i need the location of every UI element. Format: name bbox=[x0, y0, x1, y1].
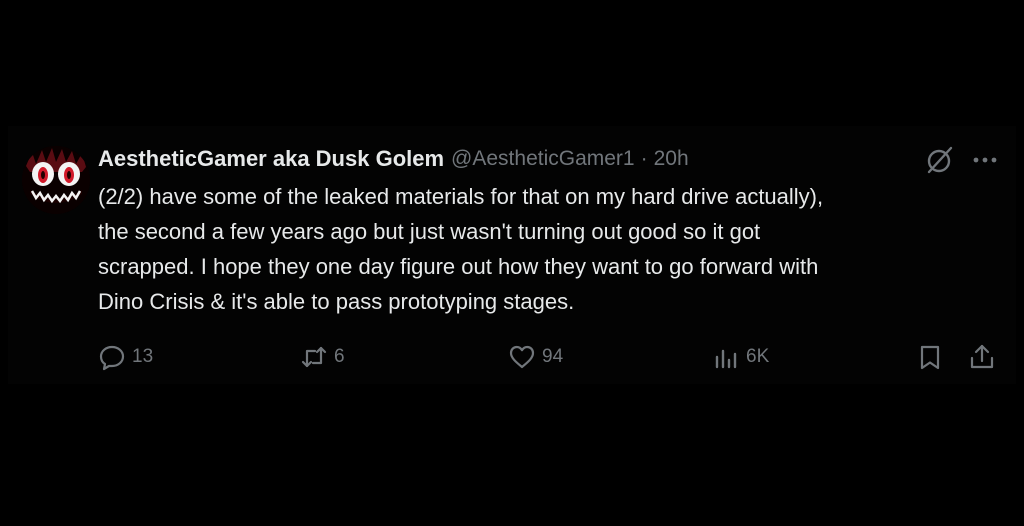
views-button[interactable]: 6K bbox=[712, 340, 769, 374]
author-display-name[interactable]: AestheticGamer aka Dusk Golem bbox=[98, 146, 444, 172]
tweet-text-line: Dino Crisis & it's able to pass prototyp… bbox=[98, 289, 575, 314]
reply-icon bbox=[99, 345, 125, 371]
view-count: 6K bbox=[746, 346, 770, 367]
reply-count: 13 bbox=[132, 346, 154, 367]
tweet-text-line: (2/2) have some of the leaked materials … bbox=[98, 184, 824, 209]
grok-icon[interactable] bbox=[924, 144, 956, 176]
more-icon[interactable] bbox=[970, 144, 1000, 176]
tweet-text: (2/2) have some of the leaked materials … bbox=[98, 179, 998, 319]
repost-count: 6 bbox=[334, 346, 345, 367]
repost-icon bbox=[301, 346, 327, 368]
tweet-card[interactable]: AestheticGamer aka Dusk Golem @Aesthetic… bbox=[8, 126, 1016, 384]
bookmark-icon bbox=[920, 345, 940, 370]
views-icon bbox=[715, 349, 737, 369]
tweet-text-line: scrapped. I hope they one day figure out… bbox=[98, 254, 819, 279]
author-handle[interactable]: @AestheticGamer1 bbox=[451, 147, 635, 171]
tweet-header: AestheticGamer aka Dusk Golem @Aesthetic… bbox=[98, 144, 689, 174]
repost-button[interactable]: 6 bbox=[300, 340, 345, 374]
avatar[interactable] bbox=[22, 146, 90, 214]
reply-button[interactable]: 13 bbox=[98, 340, 153, 374]
share-icon bbox=[970, 344, 994, 369]
like-count: 94 bbox=[542, 346, 564, 367]
heart-icon bbox=[509, 345, 535, 369]
like-button[interactable]: 94 bbox=[508, 340, 563, 374]
separator-dot: · bbox=[640, 147, 648, 170]
share-button[interactable] bbox=[968, 340, 996, 374]
tweet-timestamp[interactable]: 20h bbox=[654, 147, 689, 171]
tweet-text-line: the second a few years ago but just wasn… bbox=[98, 219, 761, 244]
avatar-image bbox=[22, 146, 90, 214]
bookmark-button[interactable] bbox=[916, 340, 944, 374]
tweet-action-bar: 13 6 94 6K bbox=[8, 340, 1016, 374]
